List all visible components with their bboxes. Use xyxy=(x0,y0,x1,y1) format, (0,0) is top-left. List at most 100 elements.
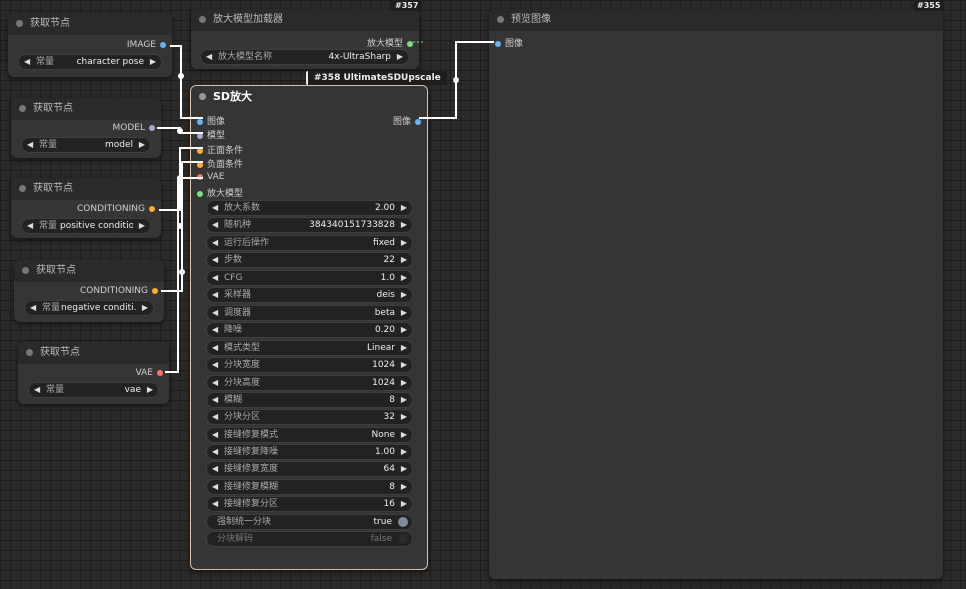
conditioning-slot-dot-icon[interactable] xyxy=(152,287,158,294)
arrow-right-icon[interactable]: ▶ xyxy=(401,428,407,442)
arrow-right-icon[interactable]: ▶ xyxy=(401,376,407,390)
arrow-right-icon[interactable]: ▶ xyxy=(147,383,153,397)
constant-combo[interactable]: ◀ 常量 model ▶ xyxy=(21,137,151,153)
arrow-right-icon[interactable]: ▶ xyxy=(401,218,407,232)
toggle-off-knob-icon[interactable] xyxy=(398,534,408,544)
widget-mode-type[interactable]: ◀ 模式类型 Linear ▶ xyxy=(206,340,413,356)
node-title-bar[interactable]: 预览图像 xyxy=(489,9,943,31)
arrow-right-icon[interactable]: ▶ xyxy=(401,341,407,355)
model-slot-dot-icon[interactable] xyxy=(197,132,203,139)
widget-seed[interactable]: ◀ 随机种 384340151733828 ▶ xyxy=(206,217,413,233)
node-graph-canvas[interactable]: 获取节点 IMAGE ◀ 常量 character pose ▶ 获取节点 MO… xyxy=(0,0,966,589)
arrow-left-icon[interactable]: ◀ xyxy=(30,301,36,315)
vae-slot-dot-icon[interactable] xyxy=(157,369,163,376)
arrow-left-icon[interactable]: ◀ xyxy=(212,358,218,372)
arrow-right-icon[interactable]: ▶ xyxy=(401,480,407,494)
arrow-right-icon[interactable]: ▶ xyxy=(401,288,407,302)
model-slot-dot-icon[interactable] xyxy=(149,124,155,131)
widget-control-after-generate[interactable]: ◀ 运行后操作 fixed ▶ xyxy=(206,235,413,251)
widget-steps[interactable]: ◀ 步数 22 ▶ xyxy=(206,252,413,268)
wire-reroute-dot-icon[interactable] xyxy=(179,269,185,275)
arrow-left-icon[interactable]: ◀ xyxy=(212,497,218,511)
arrow-right-icon[interactable]: ▶ xyxy=(139,219,145,233)
wire-reroute-dot-icon[interactable] xyxy=(453,77,459,83)
collapse-dot-icon[interactable] xyxy=(22,267,29,274)
output-slot-image[interactable]: IMAGE xyxy=(127,40,166,50)
input-slot-negative[interactable]: 负面条件 xyxy=(197,157,243,170)
output-slot-model[interactable]: MODEL xyxy=(113,123,155,133)
arrow-left-icon[interactable]: ◀ xyxy=(212,445,218,459)
widget-seam-fix-mode[interactable]: ◀ 接缝修复模式 None ▶ xyxy=(206,427,413,443)
upscale-model-name-combo[interactable]: ◀ 放大模型名称 4x-UltraSharp ▶ xyxy=(200,49,409,65)
input-slot-vae[interactable]: VAE xyxy=(197,172,224,182)
input-slot-image[interactable]: 图像 xyxy=(197,114,225,127)
conditioning-slot-dot-icon[interactable] xyxy=(197,147,203,154)
output-slot-vae[interactable]: VAE xyxy=(136,368,163,378)
toggle-tiled-decode[interactable]: 分块解码 false xyxy=(206,531,413,547)
arrow-left-icon[interactable]: ◀ xyxy=(212,480,218,494)
arrow-left-icon[interactable]: ◀ xyxy=(212,271,218,285)
vae-slot-dot-icon[interactable] xyxy=(197,173,203,180)
arrow-left-icon[interactable]: ◀ xyxy=(212,288,218,302)
input-slot-image[interactable]: 图像 xyxy=(495,36,523,49)
node-title-bar[interactable]: 获取节点 xyxy=(11,98,161,120)
arrow-right-icon[interactable]: ▶ xyxy=(142,301,148,315)
arrow-right-icon[interactable]: ▶ xyxy=(401,271,407,285)
node-title-bar[interactable]: 放大模型加载器 xyxy=(191,9,419,31)
arrow-left-icon[interactable]: ◀ xyxy=(27,138,33,152)
arrow-right-icon[interactable]: ▶ xyxy=(401,497,407,511)
arrow-left-icon[interactable]: ◀ xyxy=(212,218,218,232)
collapse-dot-icon[interactable] xyxy=(497,16,504,23)
collapse-dot-icon[interactable] xyxy=(26,349,33,356)
node-title-bar[interactable]: SD放大 xyxy=(191,86,427,108)
widget-seam-fix-denoise[interactable]: ◀ 接缝修复降噪 1.00 ▶ xyxy=(206,444,413,460)
widget-seam-fix-width[interactable]: ◀ 接缝修复宽度 64 ▶ xyxy=(206,461,413,477)
output-slot-upscale-model[interactable]: 放大模型 xyxy=(367,36,413,49)
wire-reroute-dot-icon[interactable] xyxy=(177,223,183,229)
arrow-left-icon[interactable]: ◀ xyxy=(212,323,218,337)
output-slot-image[interactable]: 图像 xyxy=(393,114,421,127)
sd-upscale-node[interactable]: SD放大 图像 图像 模型 正面条件 负面条件 VAE 放大模型 ◀ 放大系数 2.… xyxy=(190,85,428,570)
arrow-left-icon[interactable]: ◀ xyxy=(212,253,218,267)
arrow-right-icon[interactable]: ▶ xyxy=(401,306,407,320)
output-slot-conditioning[interactable]: CONDITIONING xyxy=(77,204,155,214)
arrow-right-icon[interactable]: ▶ xyxy=(139,138,145,152)
image-slot-dot-icon[interactable] xyxy=(160,41,166,48)
arrow-right-icon[interactable]: ▶ xyxy=(401,236,407,250)
arrow-right-icon[interactable]: ▶ xyxy=(401,201,407,215)
arrow-left-icon[interactable]: ◀ xyxy=(212,341,218,355)
widget-seam-fix-mask-blur[interactable]: ◀ 接缝修复模糊 8 ▶ xyxy=(206,479,413,495)
collapse-dot-icon[interactable] xyxy=(19,105,26,112)
preview-image-node[interactable]: 预览图像 图像 xyxy=(489,9,943,579)
widget-tile-padding[interactable]: ◀ 分块分区 32 ▶ xyxy=(206,409,413,425)
arrow-left-icon[interactable]: ◀ xyxy=(212,428,218,442)
constant-combo[interactable]: ◀ 常量 vae ▶ xyxy=(28,382,159,398)
collapse-dot-icon[interactable] xyxy=(19,185,26,192)
upscale-model-loader-node[interactable]: 放大模型加载器 放大模型 ◀ 放大模型名称 4x-UltraSharp ▶ xyxy=(191,9,419,69)
node-title-bar[interactable]: 获取节点 xyxy=(14,260,164,282)
toggle-on-knob-icon[interactable] xyxy=(398,517,408,527)
node-title-bar[interactable]: 获取节点 xyxy=(18,342,169,364)
collapse-dot-icon[interactable] xyxy=(16,20,23,27)
constant-combo[interactable]: ◀ 常量 positive condition ▶ xyxy=(21,218,151,234)
arrow-right-icon[interactable]: ▶ xyxy=(401,410,407,424)
get-node-image[interactable]: 获取节点 IMAGE ◀ 常量 character pose ▶ xyxy=(8,13,172,77)
image-slot-dot-icon[interactable] xyxy=(415,118,421,125)
arrow-left-icon[interactable]: ◀ xyxy=(212,201,218,215)
widget-tile-width[interactable]: ◀ 分块宽度 1024 ▶ xyxy=(206,357,413,373)
conditioning-slot-dot-icon[interactable] xyxy=(149,205,155,212)
toggle-force-uniform-tiles[interactable]: 强制统一分块 true xyxy=(206,514,413,530)
get-node-negative[interactable]: 获取节点 CONDITIONING ◀ 常量 negative conditi.… xyxy=(14,260,164,322)
arrow-right-icon[interactable]: ▶ xyxy=(401,462,407,476)
arrow-left-icon[interactable]: ◀ xyxy=(34,383,40,397)
arrow-left-icon[interactable]: ◀ xyxy=(206,50,212,64)
arrow-left-icon[interactable]: ◀ xyxy=(212,376,218,390)
node-title-bar[interactable]: 获取节点 xyxy=(8,13,172,35)
widget-tile-height[interactable]: ◀ 分块高度 1024 ▶ xyxy=(206,375,413,391)
arrow-right-icon[interactable]: ▶ xyxy=(401,358,407,372)
collapse-dot-icon[interactable] xyxy=(199,93,206,100)
conditioning-slot-dot-icon[interactable] xyxy=(197,161,203,168)
arrow-right-icon[interactable]: ▶ xyxy=(401,393,407,407)
arrow-left-icon[interactable]: ◀ xyxy=(212,410,218,424)
arrow-left-icon[interactable]: ◀ xyxy=(212,462,218,476)
